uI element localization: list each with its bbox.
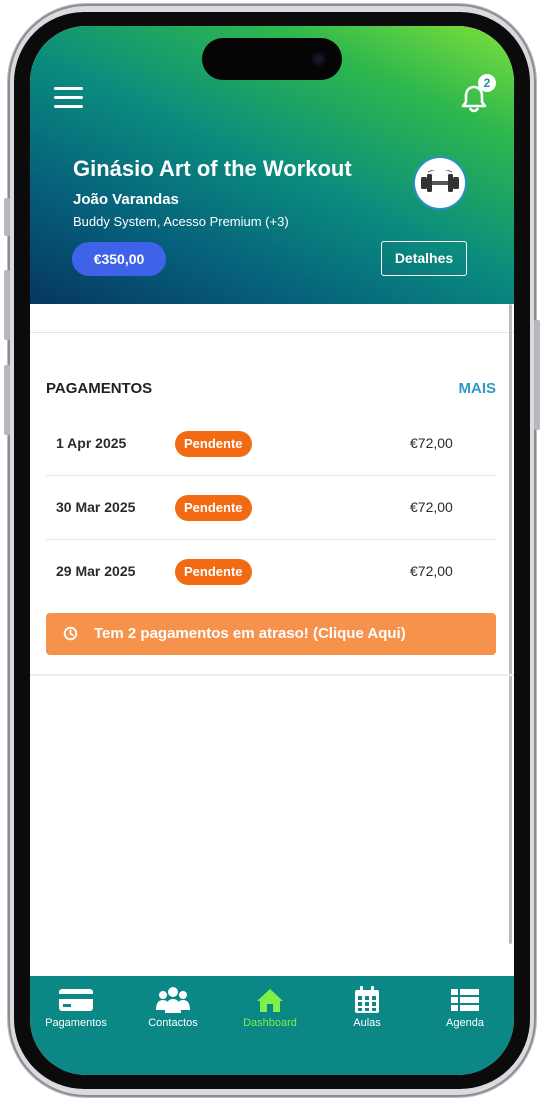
tab-dashboard[interactable]: Dashboard: [222, 986, 318, 1036]
users-icon: [156, 987, 190, 1013]
divider: [30, 674, 514, 676]
notification-badge: 2: [478, 74, 496, 92]
payment-amount: €72,00: [410, 563, 453, 579]
side-button: [4, 270, 10, 340]
plan-description: Buddy System, Acesso Premium (+3): [73, 214, 289, 229]
tab-label: Contactos: [148, 1017, 198, 1029]
tab-label: Aulas: [353, 1017, 381, 1029]
balance-badge: €350,00: [72, 242, 166, 276]
alert-text: Tem 2 pagamentos em atraso! (Clique Aqui…: [94, 625, 406, 642]
details-button[interactable]: Detalhes: [381, 241, 467, 276]
tab-label: Pagamentos: [45, 1017, 107, 1029]
payment-amount: €72,00: [410, 499, 453, 515]
tab-bar: Pagamentos Contactos Dashboard Aulas Age…: [30, 976, 514, 1075]
side-button: [534, 320, 540, 430]
tab-pagamentos[interactable]: Pagamentos: [30, 986, 124, 1036]
menu-icon[interactable]: [54, 87, 83, 109]
payment-row[interactable]: 29 Mar 2025 Pendente €72,00: [46, 540, 496, 604]
payment-row[interactable]: 1 Apr 2025 Pendente €72,00: [46, 412, 496, 476]
credit-card-icon: [59, 989, 93, 1011]
scrollbar[interactable]: [509, 304, 512, 944]
clock-icon: [63, 626, 78, 641]
overdue-alert[interactable]: Tem 2 pagamentos em atraso! (Clique Aqui…: [46, 613, 496, 655]
home-icon: [257, 989, 283, 1012]
payment-date: 29 Mar 2025: [56, 563, 136, 579]
main-content: PAGAMENTOS MAIS 1 Apr 2025 Pendente €72,…: [30, 304, 514, 976]
gym-name: Ginásio Art of the Workout: [73, 156, 352, 181]
payment-date: 1 Apr 2025: [56, 435, 127, 451]
payment-amount: €72,00: [410, 435, 453, 451]
payments-title: PAGAMENTOS: [46, 380, 153, 397]
calendar-icon: [355, 986, 379, 1013]
screen: 2 Ginásio Art of the Workout João Varand…: [30, 26, 514, 1075]
dynamic-island: [202, 38, 342, 80]
payment-row[interactable]: 30 Mar 2025 Pendente €72,00: [46, 476, 496, 540]
payment-date: 30 Mar 2025: [56, 499, 136, 515]
list-icon: [451, 989, 479, 1011]
tab-label: Dashboard: [243, 1017, 297, 1029]
dumbbell-logo-icon: [421, 170, 459, 192]
tab-label: Agenda: [446, 1017, 484, 1029]
status-badge: Pendente: [175, 495, 252, 521]
gym-logo: [415, 158, 465, 208]
member-name: João Varandas: [73, 191, 179, 208]
camera-icon: [312, 52, 326, 66]
status-badge: Pendente: [175, 431, 252, 457]
notifications-button[interactable]: 2: [460, 74, 496, 113]
more-link[interactable]: MAIS: [459, 380, 497, 397]
tab-aulas[interactable]: Aulas: [319, 986, 415, 1036]
side-button: [4, 198, 10, 236]
status-badge: Pendente: [175, 559, 252, 585]
side-button: [4, 365, 10, 435]
divider: [30, 332, 514, 333]
tab-agenda[interactable]: Agenda: [417, 986, 513, 1036]
tab-contactos[interactable]: Contactos: [125, 986, 221, 1036]
